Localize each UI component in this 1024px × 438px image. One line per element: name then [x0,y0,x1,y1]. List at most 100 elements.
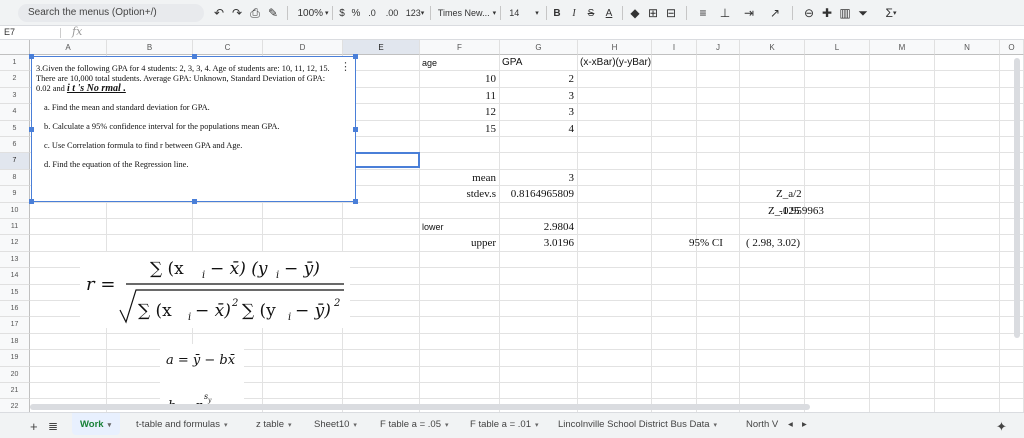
sheet-tab[interactable]: Work ▾ [72,413,120,435]
row-header[interactable]: 15 [0,284,30,301]
row-header[interactable]: 20 [0,366,30,383]
bold-button[interactable]: B [550,4,564,22]
chevron-down-icon[interactable]: ▾ [108,422,112,429]
functions-button[interactable]: Σ ▾ [882,4,900,22]
row-header[interactable]: 21 [0,383,30,400]
sheet-tab[interactable]: F table a = .01 ▾ [462,413,542,435]
column-header[interactable]: I [652,40,697,55]
row-header[interactable]: 11 [0,219,30,236]
horizontal-scrollbar[interactable] [30,404,810,410]
scroll-tabs-left-icon[interactable]: ◂ [788,413,793,435]
cell-f3[interactable]: 11 [422,89,496,103]
sheet-tab[interactable]: Sheet10 ▾ [306,413,362,435]
column-header[interactable]: O [1000,40,1024,55]
search-menus-input[interactable]: Search the menus (Option+/) [18,4,204,22]
sheet-tab[interactable]: North V [738,413,778,435]
row-header[interactable]: 13 [0,251,30,269]
cell-g9[interactable]: 0.8164965809 [502,187,574,201]
row-header[interactable]: 8 [0,169,30,187]
undo-icon[interactable]: ↶ [210,4,228,22]
all-sheets-icon[interactable]: ≣ [48,413,58,435]
cell-g5[interactable]: 4 [502,122,575,136]
increase-decimals-button[interactable]: .00 [382,4,402,22]
resize-handle[interactable] [353,199,358,204]
sheet-tab[interactable]: z table ▾ [248,413,298,435]
sheet-grid[interactable]: A B C D E F G H I J K L M N O 1 2 3 4 5 6 7 8 9 10 11 12 13 14 15 16 17… [0,40,1024,412]
font-select[interactable]: Times New... ▾ [436,4,498,22]
column-header[interactable]: M [870,40,935,55]
row-header[interactable]: 3 [0,87,30,105]
resize-handle[interactable] [29,199,34,204]
resize-handle[interactable] [353,127,358,132]
row-header[interactable]: 5 [0,120,30,137]
resize-handle[interactable] [29,54,34,59]
name-box[interactable]: E7 [4,26,56,40]
column-header[interactable]: N [935,40,1000,55]
row-header[interactable]: 4 [0,104,30,121]
sheet-tab[interactable]: t-table and formulas ▾ [128,413,240,435]
row-header[interactable]: 16 [0,301,30,318]
column-header[interactable]: H [578,40,652,55]
sheet-tab[interactable]: Lincolnville School District Bus Data ▾ [550,413,730,435]
column-header[interactable]: B [107,40,193,55]
more-options-icon[interactable]: ⋮ [340,61,351,72]
row-header[interactable]: 14 [0,268,30,285]
column-header[interactable]: J [697,40,740,55]
row-header[interactable]: 1 [0,55,30,72]
filter-icon[interactable]: ⏷ [854,4,872,22]
paint-format-icon[interactable]: ✎ [264,4,282,22]
text-wrap-icon[interactable]: ⇥ [740,4,758,22]
cell-g1[interactable]: GPA [502,56,574,70]
chevron-down-icon[interactable]: ▾ [535,422,539,429]
cell-j12[interactable]: 95% CI [689,236,726,250]
row-header[interactable]: 6 [0,137,30,154]
column-header[interactable]: G [500,40,578,55]
chevron-down-icon[interactable]: ▾ [445,422,449,429]
row-header[interactable]: 22 [0,399,30,412]
currency-button[interactable]: $ [336,4,348,22]
cell-f2[interactable]: 10 [422,72,496,86]
cell-g8[interactable]: 3 [502,171,575,185]
chart-icon[interactable]: ▥ [836,4,854,22]
zoom-select[interactable]: 100% ▾ [294,4,332,22]
strikethrough-button[interactable]: S [584,4,598,22]
row-header[interactable]: 10 [0,202,30,219]
text-color-button[interactable]: A [602,4,616,22]
question-textbox[interactable]: 3.Given the following GPA for 4 students… [29,54,358,204]
chevron-down-icon[interactable]: ▾ [714,422,718,429]
row-header[interactable]: 2 [0,71,30,88]
redo-icon[interactable]: ↷ [228,4,246,22]
cell-f1[interactable]: age [422,56,496,70]
merge-cells-icon[interactable]: ⊟ [662,4,680,22]
explore-icon[interactable]: ✦ [996,413,1007,435]
column-header[interactable]: E [343,40,420,55]
row-header[interactable]: 9 [0,186,30,203]
column-header[interactable]: A [30,40,107,55]
cell-f8[interactable]: mean [422,171,496,185]
cell-g12[interactable]: 3.0196 [502,236,574,250]
selected-cell-e7[interactable] [356,152,420,168]
horizontal-align-icon[interactable]: ≡ [694,4,712,22]
fill-color-icon[interactable]: ◆ [626,4,644,22]
more-formats-select[interactable]: 123 ▾ [402,4,428,22]
chevron-down-icon[interactable]: ▾ [224,422,228,429]
select-all-corner[interactable] [0,40,30,55]
cell-f9[interactable]: stdev.s [422,187,496,201]
percent-button[interactable]: % [350,4,362,22]
cell-k9[interactable]: Z_a/2 [776,187,835,201]
sheet-tab[interactable]: F table a = .05 ▾ [372,413,454,435]
column-header[interactable]: K [740,40,805,55]
resize-handle[interactable] [192,199,197,204]
column-header[interactable]: L [805,40,870,55]
comment-icon[interactable]: ✚ [818,4,836,22]
cell-g2[interactable]: 2 [502,72,575,86]
cell-f4[interactable]: 12 [422,105,496,119]
chevron-down-icon[interactable]: ▾ [288,422,292,429]
column-header[interactable]: F [420,40,500,55]
cell-g4[interactable]: 3 [502,105,575,119]
chevron-down-icon[interactable]: ▾ [353,422,357,429]
cell-h1[interactable]: (x-xBar)(y-yBar) [580,56,651,70]
vertical-scrollbar[interactable] [1014,58,1020,338]
link-icon[interactable]: ⊖ [800,4,818,22]
borders-icon[interactable]: ⊞ [644,4,662,22]
